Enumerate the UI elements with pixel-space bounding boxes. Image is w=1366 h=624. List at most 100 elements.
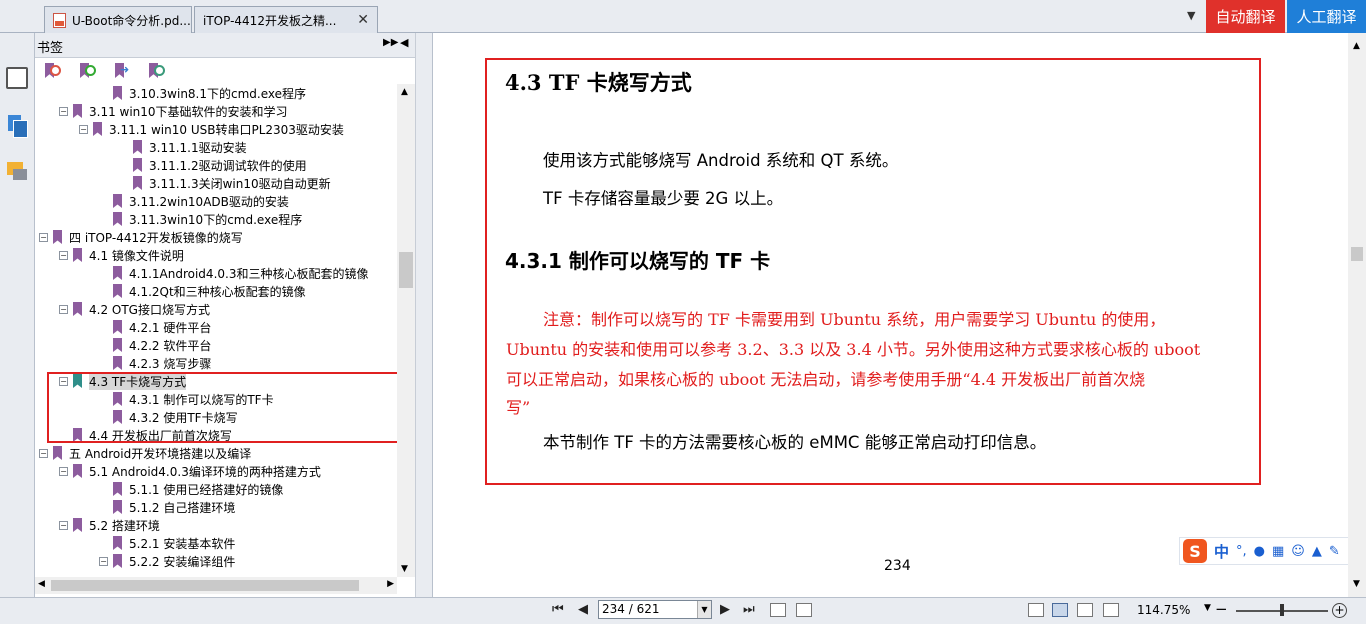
- page-number-field[interactable]: 234 / 621 ▼: [598, 600, 712, 619]
- collapse-toggle-icon[interactable]: −: [79, 124, 88, 134]
- bookmark-item[interactable]: − 4.1 镜像文件说明: [59, 246, 184, 264]
- bookmark-icon: [113, 212, 122, 226]
- copy-icon[interactable]: [770, 603, 786, 617]
- document-vertical-scrollbar[interactable]: ▲ ▼: [1348, 33, 1366, 597]
- page-number-value: 234 / 621: [602, 602, 660, 616]
- zoom-level[interactable]: 114.75%: [1137, 603, 1190, 617]
- bookmark-label: 3.11.1.2驱动调试软件的使用: [149, 158, 307, 173]
- delete-bookmark-icon[interactable]: [45, 63, 61, 80]
- zoom-in-icon[interactable]: +: [1332, 603, 1347, 618]
- scroll-right-icon[interactable]: ▶: [387, 579, 394, 589]
- next-page-icon[interactable]: ▶: [720, 602, 730, 617]
- user-icon[interactable]: ☺: [1291, 544, 1305, 559]
- bookmark-item[interactable]: − 四 iTOP-4412开发板镜像的烧写: [39, 228, 243, 246]
- bookmark-item[interactable]: − 3.11.1 win10 USB转串口PL2303驱动安装: [79, 120, 344, 138]
- bookmark-item[interactable]: 5.1.1 使用已经搭建好的镜像: [113, 480, 283, 498]
- bookmark-item[interactable]: 5.2.1 安装基本软件: [113, 534, 235, 552]
- bookmark-icon: [113, 482, 122, 496]
- bookmarks-panel-icon[interactable]: [6, 67, 28, 89]
- collapse-toggle-icon[interactable]: −: [59, 304, 68, 314]
- bookmark-icon: [113, 320, 122, 334]
- bookmark-item[interactable]: − 5.2.2 安装编译组件: [99, 552, 235, 570]
- bookmark-item[interactable]: 3.11.1.2驱动调试软件的使用: [133, 156, 307, 174]
- bookmark-item[interactable]: 3.10.3win8.1下的cmd.exe程序: [113, 84, 306, 102]
- bookmark-item[interactable]: 3.11.1.1驱动安装: [133, 138, 247, 156]
- zoom-out-icon[interactable]: −: [1215, 600, 1228, 618]
- save-icon[interactable]: [796, 603, 812, 617]
- annotation-highlight-box: [47, 372, 405, 443]
- expand-panel-icon[interactable]: ▶▶: [383, 37, 398, 48]
- bookmark-icon: [53, 446, 62, 460]
- human-translate-button[interactable]: 人工翻译: [1287, 0, 1366, 33]
- bookmark-icon: [93, 122, 102, 136]
- bookmark-item[interactable]: − 4.2 OTG接口烧写方式: [59, 300, 210, 318]
- scroll-up-icon[interactable]: ▲: [401, 87, 408, 97]
- find-bookmark-icon[interactable]: [149, 63, 165, 80]
- zoom-dropdown-icon[interactable]: ▼: [1204, 603, 1211, 613]
- bookmark-item[interactable]: 3.11.3win10下的cmd.exe程序: [113, 210, 302, 228]
- bookmark-item[interactable]: 4.2.2 软件平台: [113, 336, 211, 354]
- bookmark-vertical-scrollbar[interactable]: ▲ ▼: [397, 84, 415, 577]
- collapse-toggle-icon[interactable]: −: [39, 232, 48, 242]
- bookmark-icon: [53, 230, 62, 244]
- first-page-icon[interactable]: ⏮: [552, 602, 564, 617]
- bookmark-horizontal-scrollbar[interactable]: ◀ ▶: [35, 577, 397, 594]
- bookmark-item[interactable]: − 5.1 Android4.0.3编译环境的两种搭建方式: [59, 462, 321, 480]
- bookmark-item[interactable]: 4.1.2Qt和三种核心板配套的镜像: [113, 282, 306, 300]
- tab-itop-pdf[interactable]: iTOP-4412开发板之精... ✕: [194, 6, 378, 33]
- collapse-toggle-icon[interactable]: −: [99, 556, 108, 566]
- previous-page-icon[interactable]: ◀: [578, 602, 588, 617]
- collapse-toggle-icon[interactable]: −: [39, 448, 48, 458]
- cover-page-icon[interactable]: [1103, 603, 1119, 617]
- last-page-icon[interactable]: ⏭: [743, 602, 755, 617]
- chevron-down-icon[interactable]: ▼: [697, 601, 711, 618]
- collapse-panel-icon[interactable]: ◀: [400, 36, 408, 49]
- keyboard-icon[interactable]: ▦: [1272, 544, 1284, 559]
- scroll-up-icon[interactable]: ▲: [1353, 41, 1360, 51]
- collapse-toggle-icon[interactable]: −: [59, 466, 68, 476]
- move-bookmark-icon[interactable]: ➜: [115, 63, 131, 80]
- bookmark-item[interactable]: − 3.11 win10下基础软件的安装和学习: [59, 102, 288, 120]
- status-bar: ⏮ ◀ 234 / 621 ▼ ▶ ⏭ 114.75% ▼ − +: [0, 597, 1366, 624]
- bookmark-item[interactable]: 4.1.1Android4.0.3和三种核心板配套的镜像: [113, 264, 368, 282]
- scroll-down-icon[interactable]: ▼: [401, 564, 408, 574]
- language-mode[interactable]: 中: [1214, 541, 1229, 562]
- punctuation-icon[interactable]: °,: [1236, 544, 1247, 559]
- scroll-thumb[interactable]: [1351, 247, 1363, 261]
- close-icon[interactable]: ✕: [357, 12, 369, 28]
- bookmark-item[interactable]: 3.11.1.3关闭win10驱动自动更新: [133, 174, 331, 192]
- bookmark-item[interactable]: 5.1.2 自己搭建环境: [113, 498, 235, 516]
- scroll-thumb[interactable]: [51, 580, 359, 591]
- bookmark-label: 3.11 win10下基础软件的安装和学习: [89, 104, 288, 119]
- collapse-toggle-icon[interactable]: −: [59, 106, 68, 116]
- pages-panel-icon[interactable]: [6, 115, 28, 138]
- skin-icon[interactable]: ▲: [1312, 544, 1322, 559]
- bookmark-item[interactable]: 4.2.3 烧写步骤: [113, 354, 211, 372]
- bookmark-item[interactable]: 4.2.1 硬件平台: [113, 318, 211, 336]
- bookmark-item[interactable]: − 5.2 搭建环境: [59, 516, 160, 534]
- bookmark-item[interactable]: 3.11.2win10ADB驱动的安装: [113, 192, 289, 210]
- single-page-icon[interactable]: [1028, 603, 1044, 617]
- scroll-left-icon[interactable]: ◀: [38, 579, 45, 589]
- sogou-logo-icon[interactable]: S: [1183, 539, 1207, 563]
- side-icon-strip: [0, 33, 35, 597]
- bookmark-icon: [113, 554, 122, 568]
- collapse-toggle-icon[interactable]: −: [59, 250, 68, 260]
- auto-translate-button[interactable]: 自动翻译: [1206, 0, 1285, 33]
- zoom-slider-thumb[interactable]: [1280, 604, 1284, 616]
- facing-pages-icon[interactable]: [1077, 603, 1093, 617]
- note-line: 可以正常启动，如果核心板的 uboot 无法启动，请参考使用手册“4.4 开发板…: [506, 370, 1146, 389]
- tab-uboot-pdf[interactable]: U-Boot命令分析.pd...: [44, 6, 192, 33]
- tools-icon[interactable]: ✎: [1329, 544, 1340, 559]
- continuous-page-icon[interactable]: [1052, 603, 1068, 617]
- tab-list-dropdown-icon[interactable]: ▼: [1187, 9, 1195, 22]
- scroll-thumb[interactable]: [399, 252, 413, 288]
- collapse-toggle-icon[interactable]: −: [59, 520, 68, 530]
- add-bookmark-icon[interactable]: [80, 63, 96, 80]
- bookmark-item[interactable]: − 五 Android开发环境搭建以及编译: [39, 444, 251, 462]
- scroll-down-icon[interactable]: ▼: [1353, 579, 1360, 589]
- microphone-icon[interactable]: ●: [1254, 544, 1265, 559]
- panel-splitter[interactable]: [415, 33, 433, 597]
- comments-panel-icon[interactable]: [6, 161, 28, 183]
- bookmark-label: 4.2.2 软件平台: [129, 338, 212, 353]
